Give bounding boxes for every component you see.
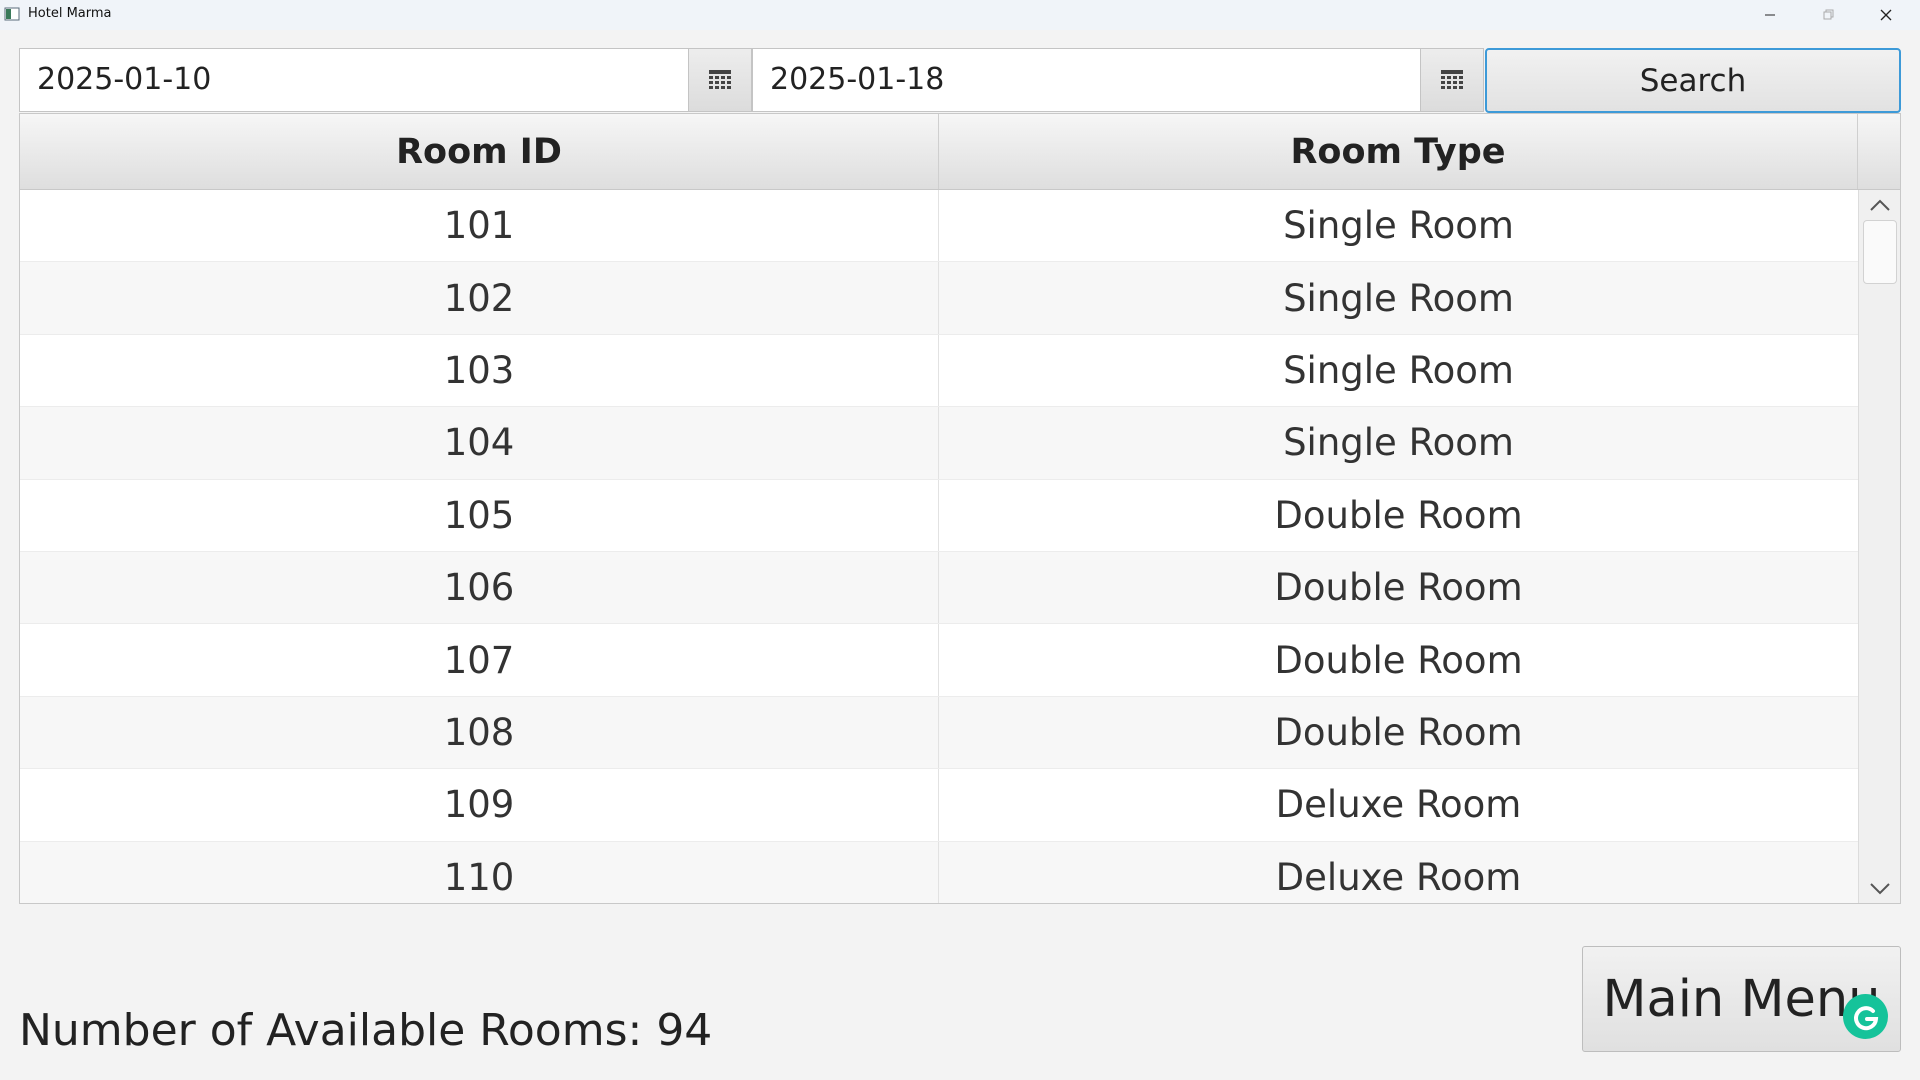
room-id-cell: 104 xyxy=(20,407,939,479)
end-date-picker-button[interactable] xyxy=(1420,48,1484,112)
title-bar: Hotel Marma xyxy=(0,0,1920,30)
end-date-field[interactable]: 2025-01-18 xyxy=(752,48,1421,112)
scrollbar-thumb[interactable] xyxy=(1863,220,1897,284)
window-title: Hotel Marma xyxy=(28,6,112,21)
room-type-cell: Double Room xyxy=(1274,493,1523,537)
table-row[interactable]: 104 Single Room xyxy=(20,407,1858,480)
scroll-down-arrow-icon[interactable] xyxy=(1869,880,1891,898)
room-id-cell: 102 xyxy=(20,262,939,334)
table-header: Room ID Room Type xyxy=(20,114,1900,190)
room-type-cell: Single Room xyxy=(1283,276,1514,320)
table-row[interactable]: 110 Deluxe Room xyxy=(20,841,1858,903)
table-row[interactable]: 109 Deluxe Room xyxy=(20,769,1858,842)
room-type-cell: Double Room xyxy=(1274,638,1523,682)
calendar-icon xyxy=(1441,70,1463,89)
room-id-cell: 101 xyxy=(20,190,939,262)
search-button[interactable]: Search xyxy=(1485,48,1901,113)
column-header-room-id[interactable]: Room ID xyxy=(20,114,939,189)
room-id-cell: 106 xyxy=(20,551,939,624)
available-rooms-count: Number of Available Rooms: 94 xyxy=(19,1004,713,1056)
column-header-filler xyxy=(1858,114,1900,189)
grammarly-g-icon xyxy=(1853,1005,1878,1030)
table-row[interactable]: 106 Double Room xyxy=(20,551,1858,625)
grammarly-icon[interactable] xyxy=(1843,994,1888,1039)
scroll-up-arrow-icon[interactable] xyxy=(1869,196,1891,214)
table-row[interactable]: 105 Double Room xyxy=(20,479,1858,552)
room-id-cell: 110 xyxy=(20,841,939,903)
room-id-cell: 109 xyxy=(20,769,939,841)
room-type-cell: Deluxe Room xyxy=(1275,855,1522,899)
close-icon xyxy=(1880,9,1892,21)
app-icon xyxy=(4,7,20,21)
room-type-cell: Double Room xyxy=(1274,566,1523,610)
start-date-picker-button[interactable] xyxy=(688,48,752,112)
room-id-cell: 105 xyxy=(20,479,939,551)
calendar-icon xyxy=(709,70,731,89)
room-type-cell: Double Room xyxy=(1274,710,1523,754)
table-row[interactable]: 103 Single Room xyxy=(20,334,1858,408)
column-header-room-type[interactable]: Room Type xyxy=(939,114,1858,189)
vertical-scrollbar[interactable] xyxy=(1858,190,1900,903)
start-date-field[interactable]: 2025-01-10 xyxy=(19,48,689,112)
close-button[interactable] xyxy=(1857,0,1915,30)
table-body: 101 Single Room 102 Single Room 103 Sing… xyxy=(20,190,1858,903)
minimize-icon xyxy=(1765,14,1775,16)
room-id-cell: 107 xyxy=(20,624,939,696)
room-type-cell: Deluxe Room xyxy=(1275,783,1522,827)
rooms-table: Room ID Room Type 101 Single Room 102 Si… xyxy=(19,113,1901,904)
room-type-cell: Single Room xyxy=(1283,421,1514,465)
table-row[interactable]: 101 Single Room xyxy=(20,190,1858,263)
room-id-cell: 103 xyxy=(20,334,939,407)
minimize-button[interactable] xyxy=(1741,0,1799,30)
table-row[interactable]: 102 Single Room xyxy=(20,262,1858,335)
room-type-cell: Single Room xyxy=(1283,204,1514,248)
table-row[interactable]: 107 Double Room xyxy=(20,624,1858,697)
maximize-button[interactable] xyxy=(1799,0,1857,30)
room-type-cell: Single Room xyxy=(1283,348,1514,392)
table-row[interactable]: 108 Double Room xyxy=(20,696,1858,770)
room-id-cell: 108 xyxy=(20,696,939,769)
restore-icon xyxy=(1823,9,1834,20)
